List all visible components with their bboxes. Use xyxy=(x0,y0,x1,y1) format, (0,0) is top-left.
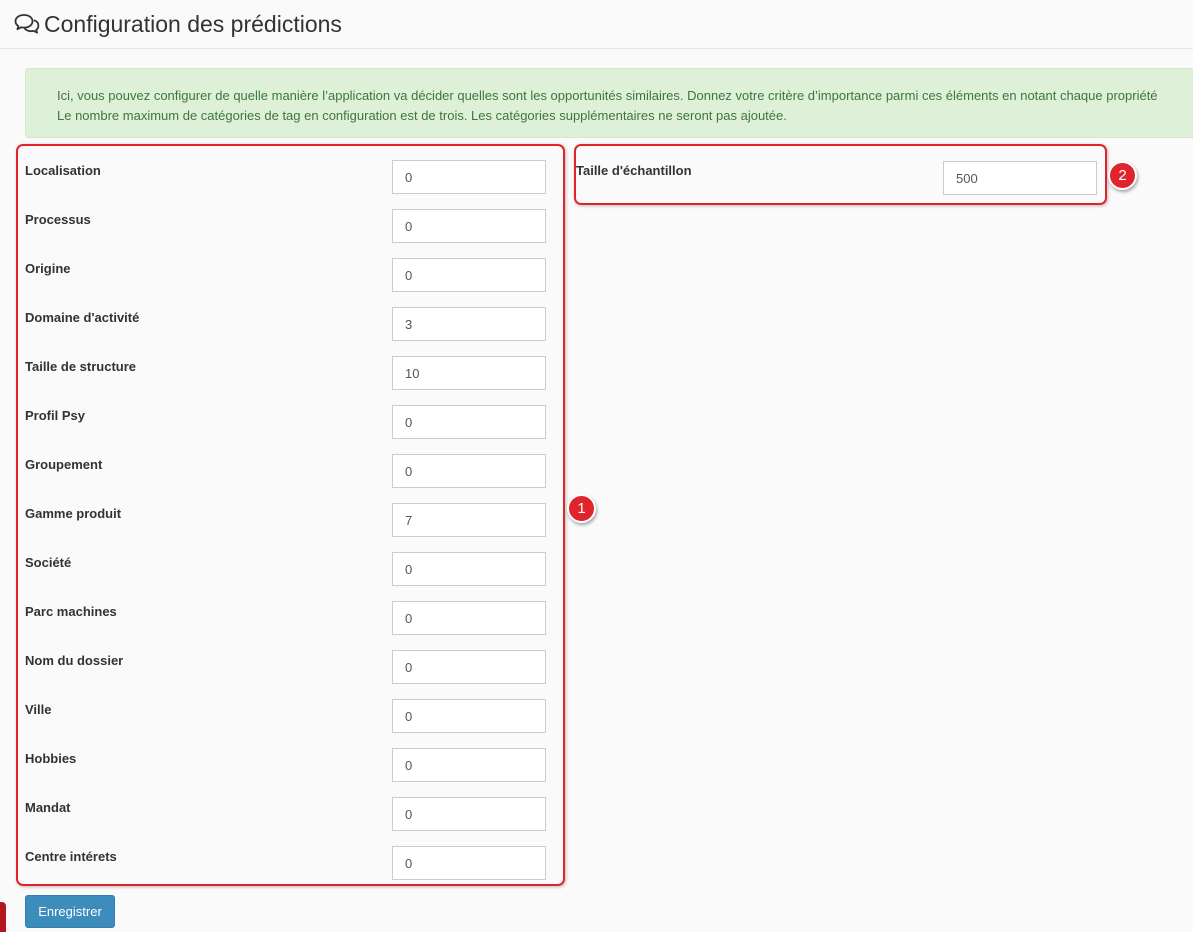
corner-marker xyxy=(0,902,6,932)
comments-icon xyxy=(14,12,40,36)
alert-line-2: Le nombre maximum de catégories de tag e… xyxy=(57,108,787,123)
info-alert: Ici, vous pouvez configurer de quelle ma… xyxy=(25,68,1193,138)
page-header: Configuration des prédictions xyxy=(0,0,1193,49)
annotation-badge-1: 1 xyxy=(567,494,596,523)
alert-line-1: Ici, vous pouvez configurer de quelle ma… xyxy=(57,88,1158,103)
annotation-box-sample xyxy=(574,144,1107,205)
save-button[interactable]: Enregistrer xyxy=(25,895,115,928)
annotation-badge-2: 2 xyxy=(1108,161,1137,190)
annotation-box-criteria xyxy=(16,144,565,886)
page-title: Configuration des prédictions xyxy=(44,11,342,37)
